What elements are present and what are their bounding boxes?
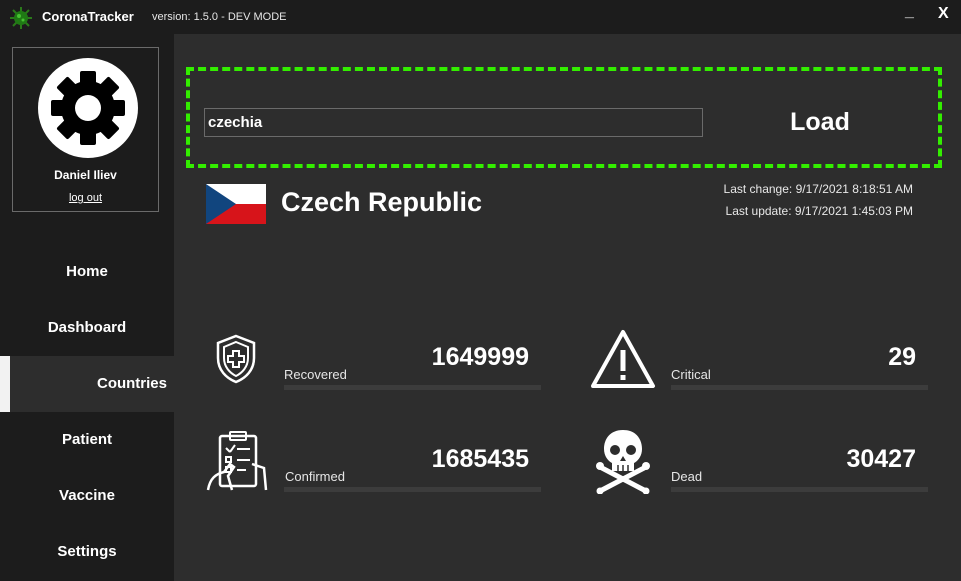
app-version: version: 1.5.0 - DEV MODE: [152, 11, 287, 23]
warning-icon: [591, 330, 655, 388]
nav-dashboard[interactable]: Dashboard: [0, 300, 174, 356]
sidebar: Daniel Iliev log out Home Dashboard Coun…: [0, 34, 174, 581]
nav-settings[interactable]: Settings: [0, 524, 174, 580]
czech-flag-icon: [206, 184, 266, 224]
app-title: CoronaTracker: [42, 9, 134, 24]
search-panel: Load: [186, 67, 942, 168]
title-bar: CoronaTracker version: 1.5.0 - DEV MODE …: [0, 0, 961, 34]
nav-vaccine[interactable]: Vaccine: [0, 468, 174, 524]
user-name: Daniel Iliev: [54, 168, 117, 182]
critical-bar: [671, 385, 928, 390]
confirmed-value: 1685435: [431, 445, 529, 473]
nav-patient[interactable]: Patient: [0, 412, 174, 468]
confirmed-bar: [284, 487, 541, 492]
last-change: Last change: 9/17/2021 8:18:51 AM: [723, 182, 913, 196]
close-button[interactable]: X: [938, 5, 949, 23]
critical-label: Critical: [671, 367, 711, 382]
virus-icon: [10, 7, 32, 29]
shield-plus-icon: [216, 334, 256, 384]
dead-bar: [671, 487, 928, 492]
country-search-input[interactable]: [204, 108, 703, 137]
dead-label: Dead: [671, 469, 703, 484]
recovered-bar: [284, 385, 541, 390]
skull-crossbones-icon: [596, 430, 650, 494]
clipboard-icon: [206, 431, 268, 491]
dead-value: 30427: [846, 445, 916, 473]
recovered-value: 1649999: [431, 343, 529, 371]
minimize-button[interactable]: _: [905, 3, 914, 21]
avatar: [38, 58, 138, 158]
logout-link[interactable]: log out: [13, 192, 158, 204]
gear-icon: [51, 71, 125, 145]
load-button[interactable]: Load: [750, 105, 890, 139]
nav-home[interactable]: Home: [0, 244, 174, 300]
country-name: Czech Republic: [281, 187, 483, 217]
critical-value: 29: [888, 343, 916, 371]
last-update: Last update: 9/17/2021 1:45:03 PM: [725, 204, 913, 218]
nav-countries[interactable]: Countries: [0, 356, 174, 412]
profile-card: Daniel Iliev log out: [12, 47, 159, 212]
